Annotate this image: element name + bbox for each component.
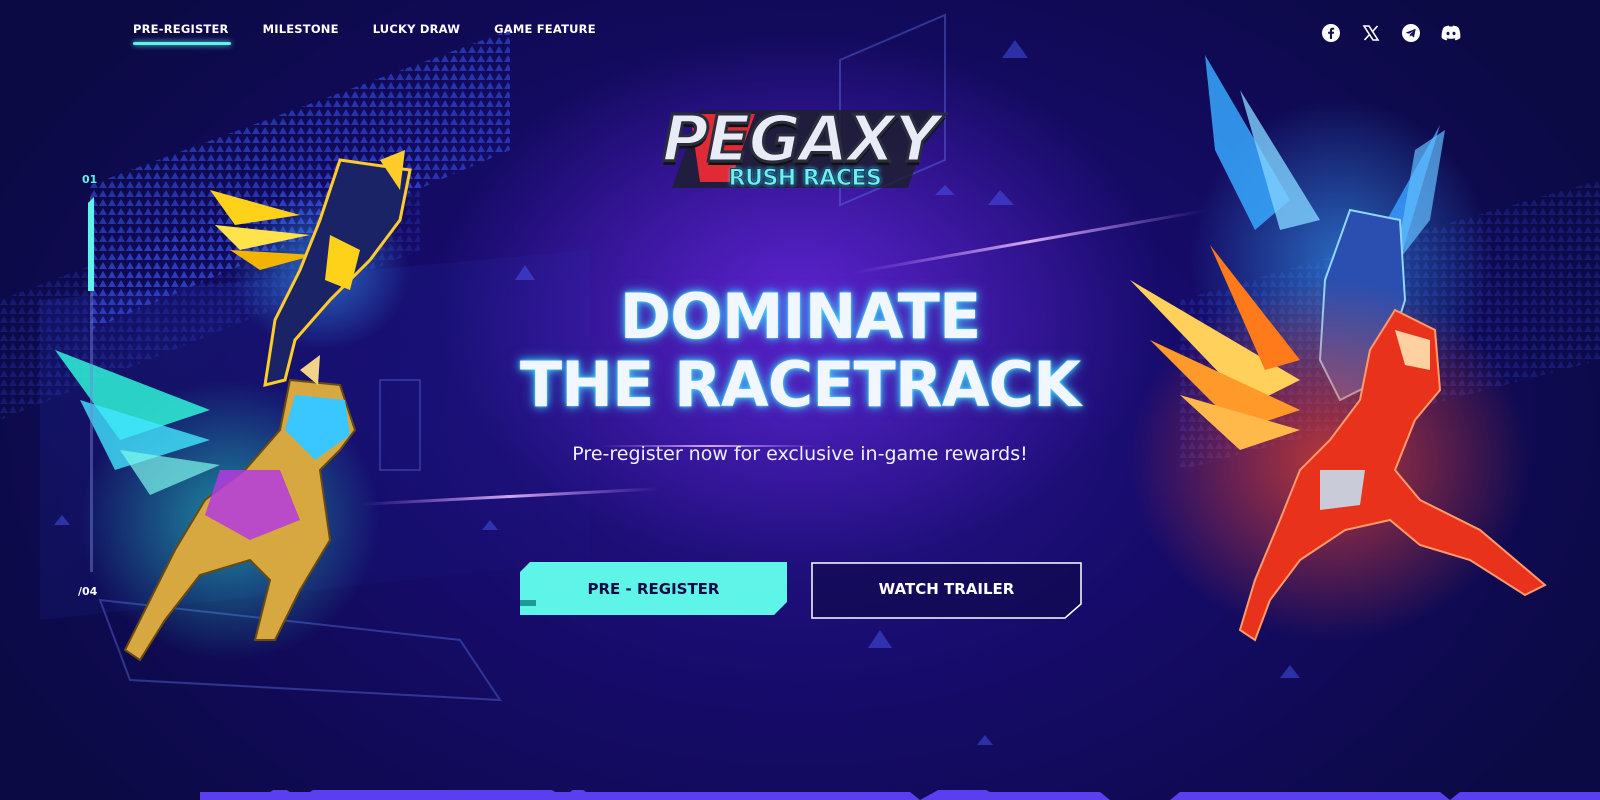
slide-current: 01 xyxy=(82,173,98,186)
nav-lucky-draw[interactable]: LUCKY DRAW xyxy=(373,22,460,36)
hero-headline: DOMINATE THE RACETRACK xyxy=(400,283,1200,419)
left-pegasus-bottom xyxy=(55,350,380,662)
telegram-icon[interactable] xyxy=(1398,22,1423,44)
slide-progress-fill xyxy=(88,197,94,291)
pre-register-button[interactable]: PRE - REGISTER xyxy=(520,562,787,615)
social-links xyxy=(1318,22,1463,44)
bottom-decor-bar xyxy=(200,790,1600,800)
watch-trailer-button[interactable]: WATCH TRAILER xyxy=(811,562,1082,619)
slide-total: /04 xyxy=(78,585,98,598)
discord-icon[interactable] xyxy=(1438,22,1463,44)
facebook-icon[interactable] xyxy=(1318,22,1343,44)
logo-subtitle: RUSH RACES xyxy=(728,166,882,192)
nav-pre-register[interactable]: PRE-REGISTER xyxy=(133,22,231,45)
game-logo: PEGAXY RUSH RACES xyxy=(660,100,941,205)
x-icon[interactable] xyxy=(1358,22,1383,44)
headline-line-1: DOMINATE xyxy=(619,280,982,353)
pre-register-button-label: PRE - REGISTER xyxy=(587,579,720,598)
watch-trailer-button-label: WATCH TRAILER xyxy=(878,579,1015,598)
hero-subtitle: Pre-register now for exclusive in-game r… xyxy=(572,443,1028,465)
nav-game-feature[interactable]: GAME FEATURE xyxy=(494,22,596,36)
nav-milestone[interactable]: MILESTONE xyxy=(263,22,339,36)
headline-line-2: THE RACETRACK xyxy=(519,348,1081,421)
top-nav: PRE-REGISTER MILESTONE LUCKY DRAW GAME F… xyxy=(133,22,630,45)
